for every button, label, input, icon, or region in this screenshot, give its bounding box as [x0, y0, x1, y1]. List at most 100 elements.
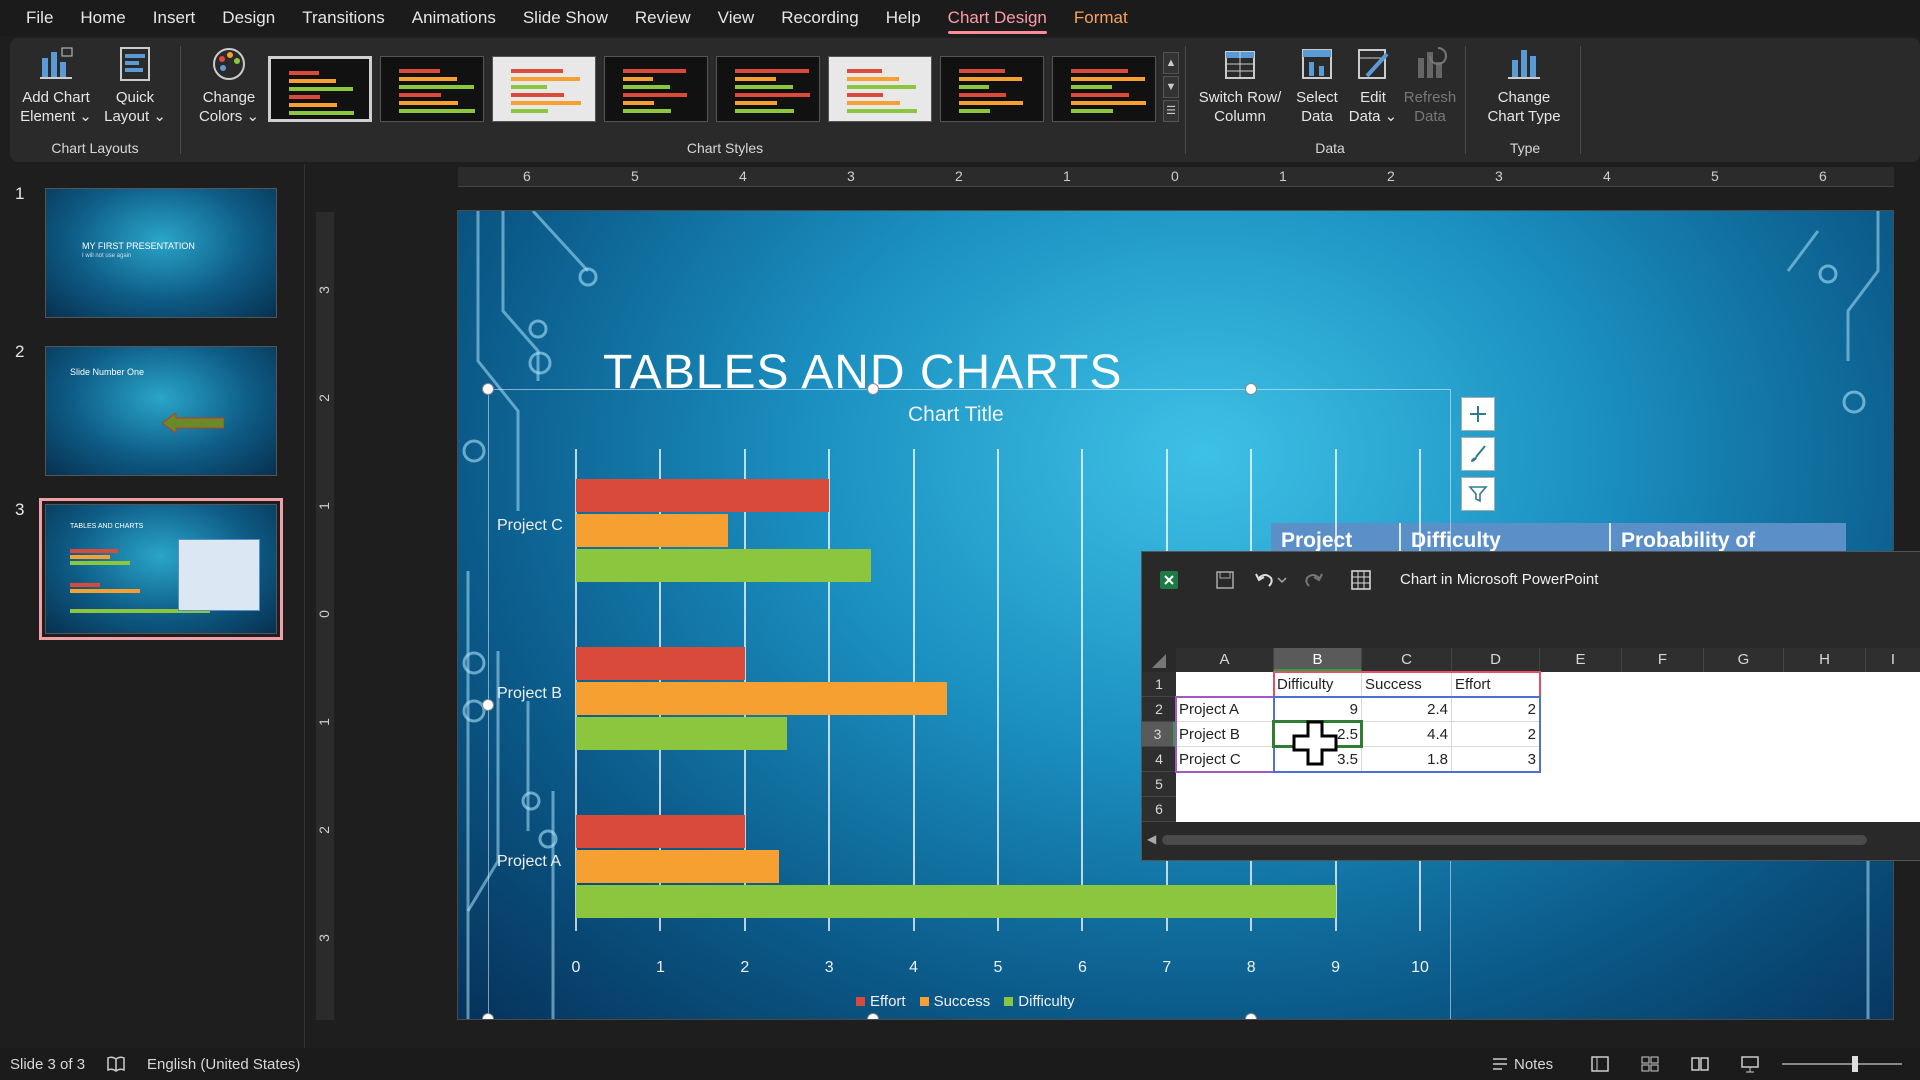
edit-data-button[interactable]: Edit Data ⌄ [1348, 44, 1398, 126]
tab-view[interactable]: View [718, 0, 755, 36]
edit-in-excel-icon[interactable] [1350, 569, 1372, 591]
column-header-e[interactable]: E [1540, 648, 1622, 672]
resize-handle[interactable] [482, 1013, 494, 1019]
resize-handle[interactable] [1245, 383, 1257, 395]
undo-dropdown-icon[interactable] [1276, 569, 1288, 591]
column-header-f[interactable]: F [1622, 648, 1704, 672]
row-header-5[interactable]: 5 [1142, 772, 1176, 797]
row-header-6[interactable]: 6 [1142, 797, 1176, 822]
select-data-label-1: Select [1296, 89, 1338, 106]
chart-legend[interactable]: Effort Success Difficulty [856, 993, 1075, 1010]
column-header-c[interactable]: C [1362, 648, 1452, 672]
thumbnail-3-bar [70, 583, 100, 587]
zoom-slider[interactable] [1782, 1063, 1902, 1065]
chart-style-8[interactable] [1052, 56, 1156, 122]
row-header-2[interactable]: 2 [1142, 697, 1176, 722]
tab-chart-design[interactable]: Chart Design [947, 0, 1048, 36]
row-header-1[interactable]: 1 [1142, 672, 1176, 697]
cell-grid[interactable]: Difficulty Success Effort Project A 9 2.… [1175, 671, 1920, 822]
tab-slide-show[interactable]: Slide Show [523, 0, 608, 36]
slide-thumbnail-3[interactable]: TABLES AND CHARTS [39, 498, 283, 640]
slide-sorter-icon[interactable] [1640, 1054, 1660, 1074]
tab-file[interactable]: File [26, 0, 53, 36]
chart-style-6[interactable] [828, 56, 932, 122]
spreadsheet[interactable]: A B C D E F G H I 1 2 3 4 5 6 Difficulty… [1142, 648, 1920, 823]
bar-effort-project-c[interactable] [576, 479, 830, 512]
chart-styles-group: Chart Styles [260, 38, 1190, 162]
thumbnail-3-bar [70, 555, 110, 559]
select-all-icon[interactable] [1152, 654, 1166, 668]
change-chart-type-button[interactable]: Change Chart Type [1474, 44, 1574, 126]
chart-style-5[interactable] [716, 56, 820, 122]
chart-style-3[interactable] [492, 56, 596, 122]
select-data-button[interactable]: Select Data [1292, 44, 1342, 126]
accessibility-book-icon[interactable] [106, 1054, 126, 1074]
refresh-data-button[interactable]: Refresh Data [1400, 44, 1460, 126]
slideshow-view-icon[interactable] [1740, 1054, 1760, 1074]
zoom-slider-thumb[interactable] [1852, 1056, 1858, 1072]
chart-filters-button[interactable] [1461, 477, 1495, 511]
bar-success-project-c[interactable] [576, 514, 728, 547]
column-header-a[interactable]: A [1176, 648, 1274, 672]
bar-effort-project-b[interactable] [576, 647, 745, 680]
column-header-b[interactable]: B [1274, 648, 1362, 672]
tab-insert[interactable]: Insert [153, 0, 196, 36]
resize-handle[interactable] [1245, 1013, 1257, 1019]
bar-success-project-a[interactable] [576, 850, 779, 883]
resize-handle[interactable] [867, 383, 879, 395]
tab-design[interactable]: Design [222, 0, 275, 36]
column-header-i[interactable]: I [1866, 648, 1920, 672]
style-thumb-bar [959, 93, 1006, 97]
switch-row-column-button[interactable]: Switch Row/ Column [1194, 44, 1286, 126]
bar-effort-project-a[interactable] [576, 815, 745, 848]
column-header-g[interactable]: G [1704, 648, 1784, 672]
chart-style-7[interactable] [940, 56, 1044, 122]
column-header-h[interactable]: H [1784, 648, 1866, 672]
save-icon[interactable] [1214, 569, 1236, 591]
chart-elements-button[interactable] [1461, 397, 1495, 431]
change-colors-button[interactable]: Change Colors ⌄ [188, 44, 270, 126]
tab-animations[interactable]: Animations [412, 0, 496, 36]
undo-icon[interactable] [1254, 569, 1276, 591]
slide-thumbnail-1[interactable]: MY FIRST PRESENTATION I will not use aga… [45, 188, 277, 318]
cell-a1[interactable] [1176, 672, 1274, 697]
tab-transitions[interactable]: Transitions [302, 0, 385, 36]
tab-review[interactable]: Review [635, 0, 691, 36]
resize-handle[interactable] [482, 699, 494, 711]
slide-thumbnail-2[interactable]: Slide Number One [45, 346, 277, 476]
resize-handle[interactable] [867, 1013, 879, 1019]
notes-button[interactable]: Notes [1514, 1056, 1553, 1073]
ruler-number: 3 [847, 168, 855, 184]
scroll-left-icon[interactable]: ◀ [1147, 832, 1156, 846]
chart-title[interactable]: Chart Title [908, 403, 1004, 427]
horizontal-scrollbar[interactable] [1162, 835, 1867, 845]
excel-data-window[interactable]: Chart in Microsoft PowerPoint A B C D E … [1141, 551, 1920, 861]
tab-help[interactable]: Help [886, 0, 921, 36]
tab-home[interactable]: Home [80, 0, 125, 36]
quick-layout-button[interactable]: Quick Layout ⌄ [100, 44, 170, 126]
gallery-more-button[interactable]: ☰ [1163, 100, 1179, 122]
row-header-3[interactable]: 3 [1142, 722, 1176, 747]
chart-style-2[interactable] [380, 56, 484, 122]
gallery-scroll-down-button[interactable]: ▼ [1163, 76, 1179, 98]
row-header-4[interactable]: 4 [1142, 747, 1176, 772]
chart-style-4[interactable] [604, 56, 708, 122]
bar-success-project-b[interactable] [576, 682, 948, 715]
bar-difficulty-project-b[interactable] [576, 717, 787, 750]
bar-difficulty-project-a[interactable] [576, 885, 1336, 918]
tab-format[interactable]: Format [1074, 0, 1128, 36]
redo-icon[interactable] [1302, 569, 1324, 591]
column-header-d[interactable]: D [1452, 648, 1540, 672]
normal-view-icon[interactable] [1590, 1054, 1610, 1074]
resize-handle[interactable] [482, 383, 494, 395]
chart-styles-button[interactable] [1461, 437, 1495, 471]
bar-difficulty-project-c[interactable] [576, 549, 872, 582]
language-indicator[interactable]: English (United States) [147, 1056, 300, 1073]
add-chart-element-button[interactable]: Add Chart Element ⌄ [16, 44, 96, 126]
reading-view-icon[interactable] [1690, 1054, 1710, 1074]
tab-recording[interactable]: Recording [781, 0, 859, 36]
chart-style-1[interactable] [268, 56, 372, 122]
legend-label: Difficulty [1018, 993, 1075, 1010]
series-name-range [1273, 671, 1541, 698]
gallery-scroll-up-button[interactable]: ▲ [1163, 52, 1179, 74]
